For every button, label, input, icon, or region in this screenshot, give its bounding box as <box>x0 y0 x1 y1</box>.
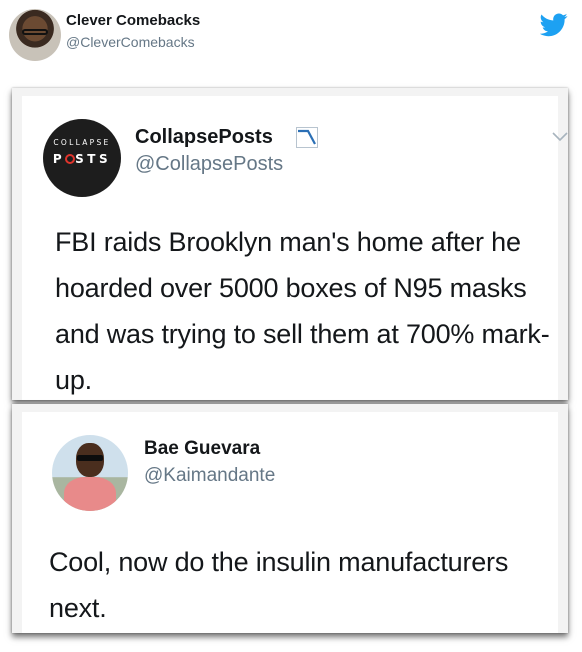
author-name[interactable]: Clever Comebacks <box>66 12 200 29</box>
glasses-shape <box>22 29 48 35</box>
avatar[interactable] <box>52 435 128 511</box>
chevron-down-icon[interactable] <box>552 132 568 142</box>
author-handle[interactable]: @CleverComebacks <box>66 34 195 50</box>
shirt-shape <box>64 477 116 511</box>
outer-tweet-header: Clever Comebacks @CleverComebacks <box>0 0 582 78</box>
quoted-tweet-collapseposts: COLLAPSE P STS CollapsePosts @CollapsePos… <box>12 88 568 400</box>
twitter-bird-icon[interactable] <box>540 13 568 37</box>
ring-icon <box>65 154 76 164</box>
tweet-card: Bae Guevara @Kaimandante Cool, now do th… <box>22 412 558 633</box>
avatar-logo-letters: STS <box>75 152 112 166</box>
quoted-tweet-bae-guevara: Bae Guevara @Kaimandante Cool, now do th… <box>12 404 568 633</box>
tweet-card: COLLAPSE P STS CollapsePosts @CollapsePos… <box>22 96 568 400</box>
avatar-logo-text: COLLAPSE <box>53 138 111 147</box>
avatar[interactable]: COLLAPSE P STS <box>43 119 121 197</box>
chart-down-icon <box>296 127 318 148</box>
author-name[interactable]: Bae Guevara <box>144 438 260 460</box>
avatar-logo-text-2: P STS <box>43 152 121 166</box>
author-handle[interactable]: @CollapsePosts <box>135 153 283 176</box>
avatar-logo-letter: P <box>52 152 66 166</box>
avatar[interactable] <box>9 9 61 61</box>
sunglasses-shape <box>77 455 103 461</box>
author-name[interactable]: CollapsePosts <box>135 126 273 149</box>
tweet-text: FBI raids Brooklyn man's home after he h… <box>55 227 550 395</box>
tweet-text: Cool, now do the insulin manufacturers n… <box>49 547 509 623</box>
author-handle[interactable]: @Kaimandante <box>144 465 275 487</box>
